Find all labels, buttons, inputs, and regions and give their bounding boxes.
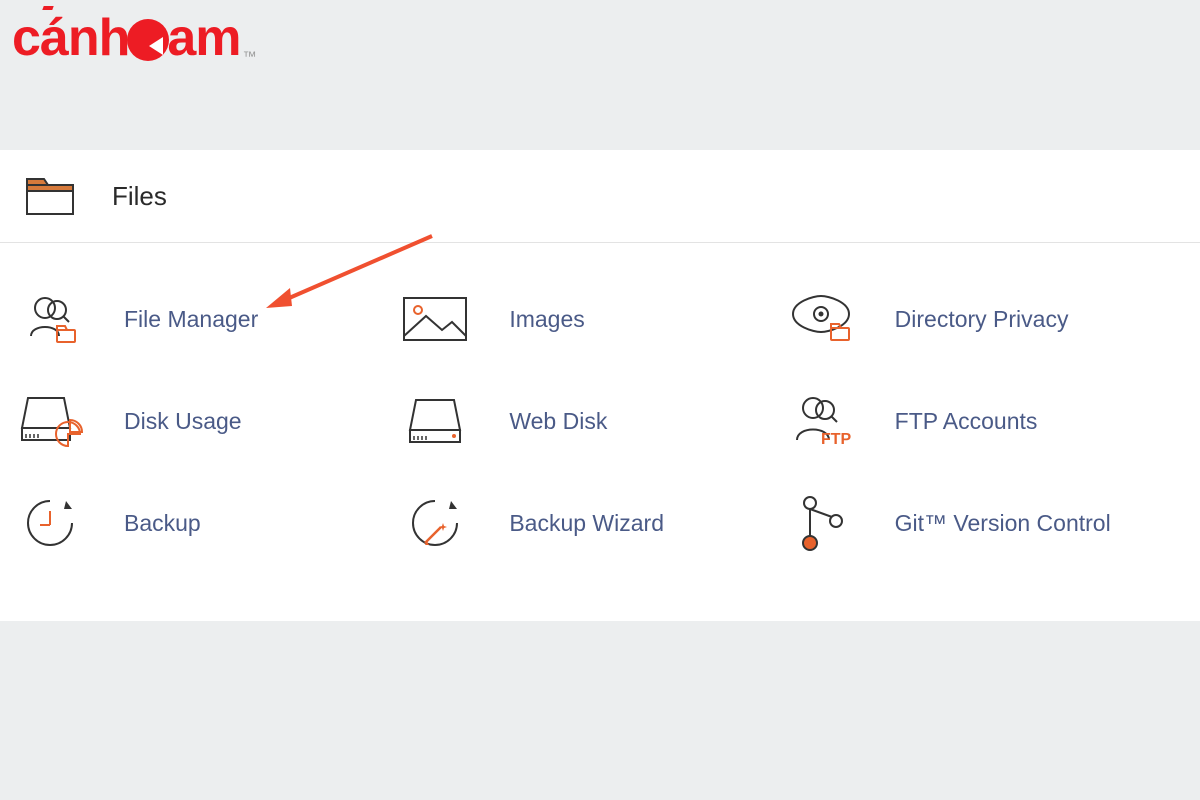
- file-manager-icon: [22, 291, 78, 347]
- item-label: File Manager: [124, 306, 258, 333]
- item-backup[interactable]: Backup: [22, 495, 407, 551]
- item-label: Disk Usage: [124, 408, 242, 435]
- files-panel: Files File Manager: [0, 150, 1200, 621]
- images-icon: [407, 291, 463, 347]
- svg-text:FTP: FTP: [821, 431, 852, 448]
- folder-icon: [22, 168, 78, 224]
- item-backup-wizard[interactable]: Backup Wizard: [407, 495, 792, 551]
- panel-header: Files: [0, 150, 1200, 243]
- page: cánham™ Files: [0, 0, 1200, 800]
- item-label: Backup: [124, 510, 201, 537]
- item-images[interactable]: Images: [407, 291, 792, 347]
- web-disk-icon: [407, 393, 463, 449]
- files-grid: File Manager Images: [0, 243, 1200, 581]
- item-label: Directory Privacy: [895, 306, 1069, 333]
- item-label: Web Disk: [509, 408, 607, 435]
- item-directory-privacy[interactable]: Directory Privacy: [793, 291, 1178, 347]
- trademark: ™: [243, 48, 256, 64]
- disk-usage-icon: [22, 393, 78, 449]
- git-icon: [793, 495, 849, 551]
- backup-icon: [22, 495, 78, 551]
- item-file-manager[interactable]: File Manager: [22, 291, 407, 347]
- logo-e-icon: [127, 19, 169, 61]
- item-web-disk[interactable]: Web Disk: [407, 393, 792, 449]
- backup-wizard-icon: [407, 495, 463, 551]
- item-label: Backup Wizard: [509, 510, 664, 537]
- item-label: Images: [509, 306, 584, 333]
- item-label: Git™ Version Control: [895, 510, 1111, 537]
- item-ftp-accounts[interactable]: FTP FTP Accounts: [793, 393, 1178, 449]
- item-disk-usage[interactable]: Disk Usage: [22, 393, 407, 449]
- ftp-accounts-icon: FTP: [793, 393, 849, 449]
- item-git-version-control[interactable]: Git™ Version Control: [793, 495, 1178, 551]
- panel-title: Files: [112, 181, 167, 212]
- directory-privacy-icon: [793, 291, 849, 347]
- brand-logo: cánham™: [12, 8, 256, 68]
- brand-name: cánham™: [12, 8, 256, 68]
- item-label: FTP Accounts: [895, 408, 1038, 435]
